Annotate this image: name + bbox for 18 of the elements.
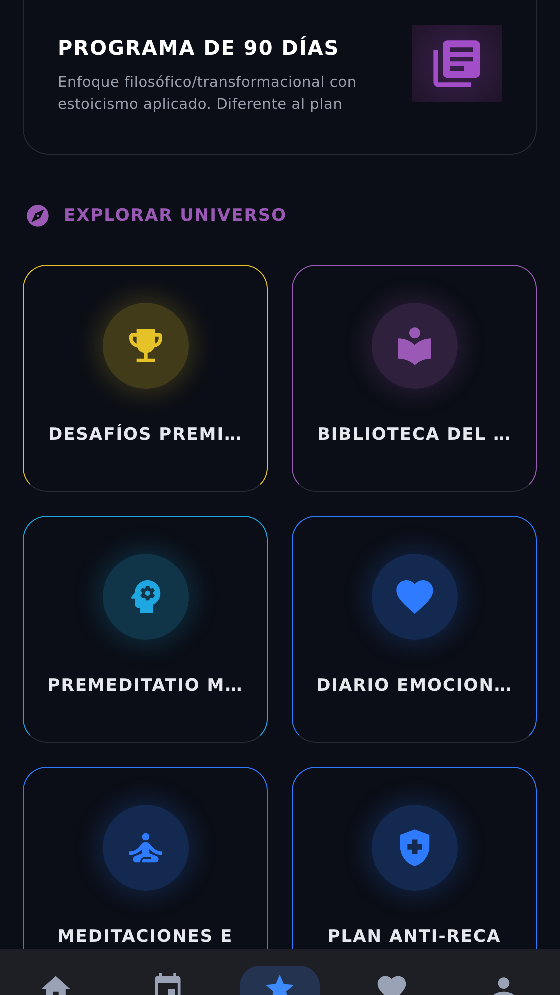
feature-tile[interactable]: DIARIO EMOCION… <box>292 516 537 743</box>
tile-label: DIARIO EMOCION… <box>316 676 512 696</box>
tile-label: DESAFÍOS PREMI… <box>48 425 243 445</box>
feature-tile[interactable]: MEDITACIONES E <box>23 767 268 949</box>
tile-label: PLAN ANTI-RECA <box>328 927 502 947</box>
feature-tile[interactable]: DESAFÍOS PREMI… <box>23 265 268 492</box>
tile-label: BIBLIOTECA DEL … <box>317 425 512 445</box>
tile-label: MEDITACIONES E <box>58 927 234 947</box>
program-card[interactable]: PROGRAMA DE 90 DÍAS Enfoque filosófico/transformacional con estoicismo aplicado. Diferente al plan <box>23 0 537 155</box>
feature-tile[interactable]: PLAN ANTI-RECA <box>292 767 537 949</box>
compass-icon <box>25 203 51 229</box>
tile-label: PREMEDITATIO M… <box>48 676 244 696</box>
card-title: PROGRAMA DE 90 DÍAS <box>58 36 341 60</box>
feature-tile[interactable]: PREMEDITATIO M… <box>23 516 268 743</box>
feature-tile[interactable]: BIBLIOTECA DEL … <box>292 265 537 492</box>
card-description: Enfoque filosófico/transformacional con estoicismo aplicado. Diferente al plan <box>58 74 358 115</box>
section-title: EXPLORAR UNIVERSO <box>64 206 288 226</box>
library-books-icon <box>412 25 502 102</box>
